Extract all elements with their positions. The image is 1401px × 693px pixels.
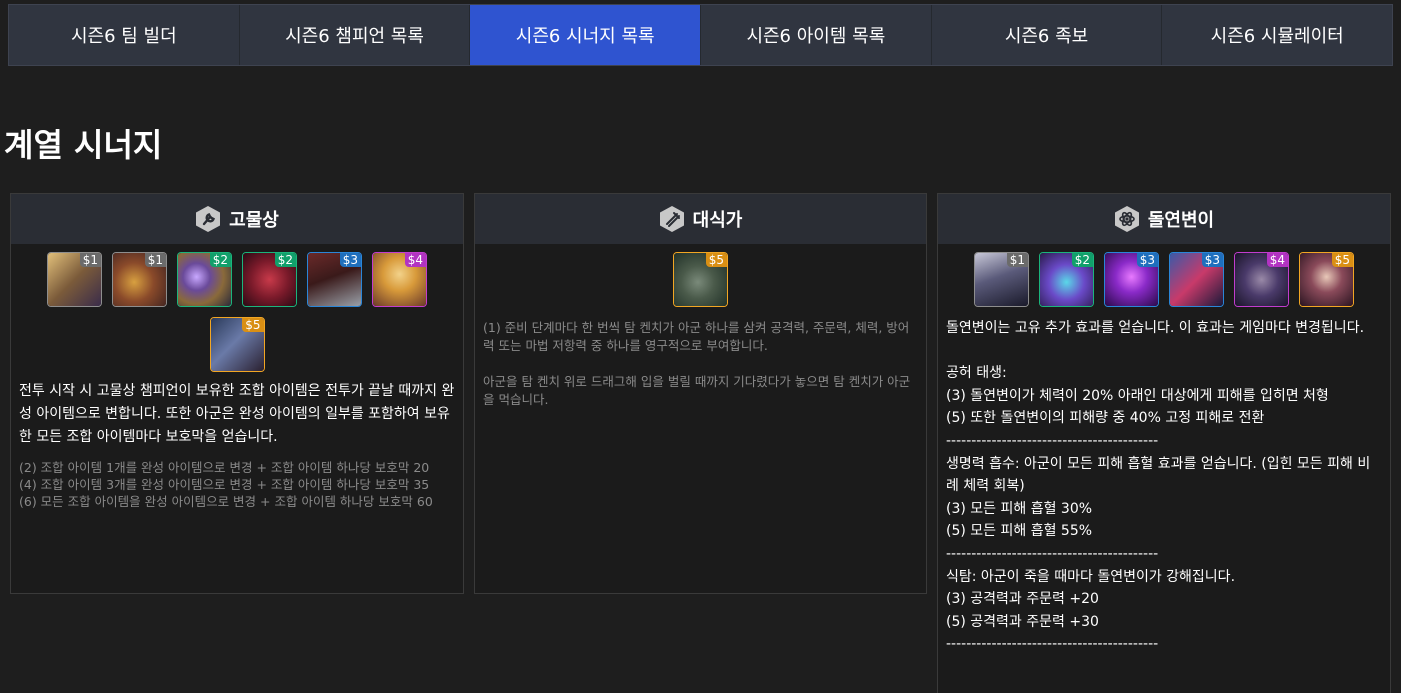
- cost-badge: $3: [1136, 253, 1158, 267]
- tab-champion-list[interactable]: 시즌6 챔피언 목록: [240, 5, 471, 65]
- trait-card-mutant: 돌연변이 $1 $2 $3 $3 $4 $5 돌연변이는 고유 추가 효과를 얻…: [937, 193, 1391, 693]
- champion-portrait[interactable]: $1: [112, 252, 167, 307]
- tab-team-builder[interactable]: 시즌6 팀 빌더: [9, 5, 240, 65]
- trait-description: 돌연변이는 고유 추가 효과를 얻습니다. 이 효과는 게임마다 변경됩니다. …: [946, 320, 1371, 653]
- cost-badge: $5: [1331, 253, 1353, 267]
- champion-portrait[interactable]: $2: [242, 252, 297, 307]
- champion-portrait[interactable]: $5: [1299, 252, 1354, 307]
- cost-badge: $2: [209, 253, 231, 267]
- champion-portrait[interactable]: $5: [673, 252, 728, 307]
- cost-badge: $5: [705, 253, 727, 267]
- cost-badge: $3: [339, 253, 361, 267]
- champion-row: $1 $1 $2 $2 $3 $4 $5: [11, 244, 463, 372]
- section-title: 계열 시너지: [4, 126, 163, 164]
- tab-simulator[interactable]: 시즌6 시뮬레이터: [1162, 5, 1392, 65]
- trait-card-header: 대식가: [475, 194, 926, 244]
- cost-badge: $1: [79, 253, 101, 267]
- trait-effect-1: (1) 준비 단계마다 한 번씩 탐 켄치가 아군 하나를 삼켜 공격력, 주문…: [483, 320, 910, 353]
- trait-card-header: 돌연변이: [938, 194, 1390, 244]
- trait-effect-2: (2) 조합 아이템 1개를 완성 아이템으로 변경 + 조합 아이템 하나당 …: [19, 460, 430, 475]
- atom-icon: [1114, 205, 1140, 233]
- champion-portrait[interactable]: $1: [974, 252, 1029, 307]
- trait-effects: (2) 조합 아이템 1개를 완성 아이템으로 변경 + 조합 아이템 하나당 …: [11, 459, 463, 510]
- cost-badge: $2: [1071, 253, 1093, 267]
- trait-title: 대식가: [692, 210, 743, 231]
- tab-item-list[interactable]: 시즌6 아이템 목록: [701, 5, 932, 65]
- champion-row: $5: [475, 244, 926, 307]
- cost-badge: $1: [1006, 253, 1028, 267]
- trait-title: 고물상: [229, 210, 279, 231]
- trait-title: 돌연변이: [1147, 210, 1215, 231]
- cost-badge: $1: [144, 253, 166, 267]
- trait-card-scrap: 고물상 $1 $1 $2 $2 $3 $4 $5 전투 시작 시 고물상 챔피언…: [10, 193, 464, 594]
- trait-effect-6: (6) 모든 조합 아이템을 완성 아이템으로 변경 + 조합 아이템 하나당 …: [19, 494, 433, 509]
- tab-synergy-list[interactable]: 시즌6 시너지 목록: [470, 5, 702, 65]
- champion-row: $1 $2 $3 $3 $4 $5: [938, 244, 1390, 307]
- wrench-icon: [195, 205, 221, 233]
- cost-badge: $2: [274, 253, 296, 267]
- champion-portrait[interactable]: $5: [209, 317, 265, 372]
- trait-description: 전투 시작 시 고물상 챔피언이 보유한 조합 아이템은 전투가 끝날 때까지 …: [19, 383, 455, 445]
- champion-portrait[interactable]: $3: [1169, 252, 1224, 307]
- cost-badge: $5: [242, 318, 264, 332]
- tab-comps[interactable]: 시즌6 족보: [932, 5, 1163, 65]
- trait-note: 아군을 탐 켄치 위로 드래그해 입을 벌릴 때까지 기다렸다가 놓으면 탐 켄…: [483, 374, 911, 407]
- trait-card-glutton: 대식가 $5 (1) 준비 단계마다 한 번씩 탐 켄치가 아군 하나를 삼켜 …: [474, 193, 927, 594]
- season6-nav-tabs: 시즌6 팀 빌더 시즌6 챔피언 목록 시즌6 시너지 목록 시즌6 아이템 목…: [8, 4, 1393, 66]
- champion-portrait[interactable]: $2: [177, 252, 232, 307]
- cost-badge: $3: [1201, 253, 1223, 267]
- cost-badge: $4: [1266, 253, 1288, 267]
- champion-portrait[interactable]: $4: [1234, 252, 1289, 307]
- champion-portrait[interactable]: $3: [1104, 252, 1159, 307]
- champion-portrait[interactable]: $3: [307, 252, 362, 307]
- trait-effect-4: (4) 조합 아이템 3개를 완성 아이템으로 변경 + 조합 아이템 하나당 …: [19, 477, 430, 492]
- champion-portrait[interactable]: $1: [47, 252, 102, 307]
- champion-portrait[interactable]: $4: [372, 252, 427, 307]
- trait-card-header: 고물상: [11, 194, 463, 244]
- champion-portrait[interactable]: $2: [1039, 252, 1094, 307]
- cost-badge: $4: [404, 253, 426, 267]
- fork-knife-icon: [659, 205, 685, 233]
